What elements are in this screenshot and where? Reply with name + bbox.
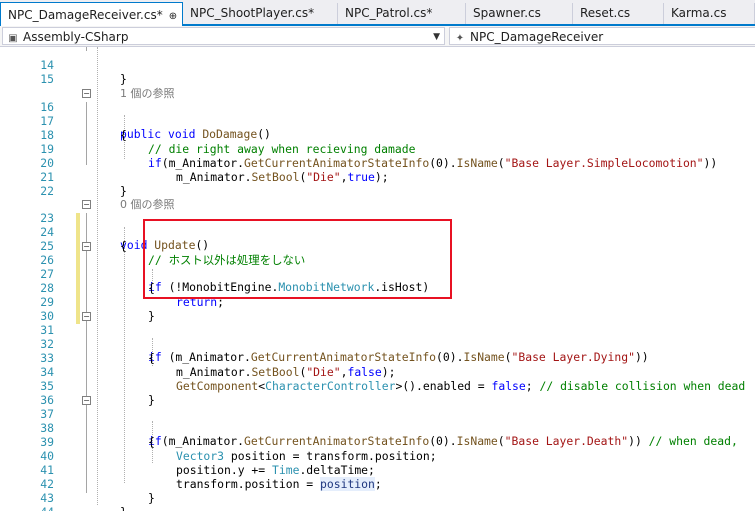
- code-line: 43 }: [0, 478, 755, 511]
- collapse-icon[interactable]: −: [82, 312, 91, 321]
- project-name: Assembly-CSharp: [23, 30, 129, 44]
- project-dropdown[interactable]: ▣ Assembly-CSharp ▼: [2, 27, 445, 45]
- tab-label: Spawner.cs: [473, 6, 541, 20]
- tab-label: Karma.cs: [671, 6, 727, 20]
- code-line: 17 {: [0, 101, 755, 141]
- class-icon: ✦: [455, 33, 465, 44]
- tab-spawner[interactable]: Spawner.cs: [466, 3, 573, 24]
- document-tab-bar: NPC_DamageReceiver.cs*⊕✕ NPC_ShootPlayer…: [0, 0, 755, 26]
- collapse-icon[interactable]: −: [82, 242, 91, 251]
- collapse-icon[interactable]: −: [82, 89, 91, 98]
- codelens-references[interactable]: 0 個の参照: [0, 184, 755, 211]
- tab-label: NPC_Patrol.cs*: [345, 6, 433, 20]
- codelens-references[interactable]: 1 個の参照: [0, 73, 755, 100]
- tab-npc-patrol[interactable]: NPC_Patrol.cs*: [338, 3, 466, 24]
- tab-label: Reset.cs: [580, 6, 631, 20]
- code-line: 20 m_Animator.SetBool("Die",true);: [0, 143, 755, 183]
- navigation-bar: ▣ Assembly-CSharp ▼ ✦ NPC_DamageReceiver: [0, 26, 755, 47]
- code-line: 36: [0, 380, 755, 407]
- code-line: 18 // die right away when recieving dama…: [0, 115, 755, 155]
- tab-label: NPC_ShootPlayer.cs*: [190, 6, 315, 20]
- class-name: NPC_DamageReceiver: [470, 30, 604, 44]
- code-line: 16 − public void DoDamage(): [0, 87, 755, 141]
- code-line: 19 if(m_Animator.GetCurrentAnimatorState…: [0, 129, 755, 169]
- csharp-project-icon: ▣: [8, 33, 18, 44]
- code-editor[interactable]: 14 } 15 1 個の参照 16 − public void DoDamage…: [0, 47, 755, 511]
- tab-npc-damagereceiver[interactable]: NPC_DamageReceiver.cs*⊕✕: [0, 2, 191, 26]
- code-line: 33 m_Animator.SetBool("Die",false);: [0, 338, 755, 378]
- class-dropdown[interactable]: ✦ NPC_DamageReceiver: [449, 27, 755, 45]
- code-line: 41 transform.position = position;: [0, 450, 755, 491]
- code-line: 37 − if(m_Animator.GetCurrentAnimatorSta…: [0, 394, 755, 448]
- code-line: 21 }: [0, 157, 755, 197]
- code-line: 31 − if (m_Animator.GetCurrentAnimatorSt…: [0, 310, 755, 364]
- code-line: 40 position.y += Time.deltaTime;: [0, 436, 755, 476]
- code-line: 32 {: [0, 324, 755, 364]
- tab-karma[interactable]: Karma.cs: [664, 3, 755, 24]
- code-line: 14 }: [0, 47, 755, 85]
- code-line: 35 }: [0, 366, 755, 406]
- code-line: 22: [0, 171, 755, 198]
- tab-npc-shootplayer[interactable]: NPC_ShootPlayer.cs*: [183, 3, 338, 24]
- tab-label: NPC_DamageReceiver.cs*: [8, 8, 163, 22]
- highlight-box: [143, 219, 452, 299]
- collapse-icon[interactable]: −: [82, 200, 91, 209]
- code-line: 42 }: [0, 464, 755, 504]
- code-line: 38 {: [0, 408, 755, 448]
- code-line: 23 − void Update(): [0, 198, 755, 252]
- collapse-icon[interactable]: −: [82, 396, 91, 405]
- code-line: 45: [0, 505, 755, 511]
- code-line: 44 }: [0, 492, 755, 511]
- chevron-down-icon[interactable]: ▼: [433, 28, 440, 44]
- code-line: 15: [0, 59, 755, 86]
- code-line: 39 Vector3 position = transform.position…: [0, 422, 755, 462]
- code-line: 34 GetComponent<CharacterController>().e…: [0, 352, 755, 392]
- tab-reset[interactable]: Reset.cs: [573, 3, 664, 24]
